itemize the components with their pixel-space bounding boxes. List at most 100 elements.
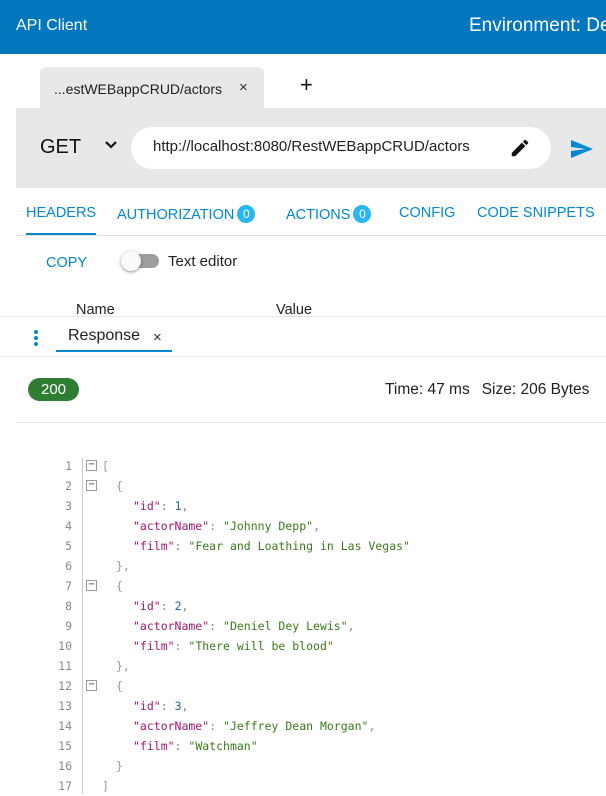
- line-number: 11: [58, 659, 72, 673]
- line-number: 13: [58, 699, 72, 713]
- json-value: 3: [174, 699, 182, 713]
- status-badge: 200: [28, 378, 79, 401]
- minus-icon[interactable]: −: [86, 580, 97, 591]
- code-text: [: [102, 459, 109, 473]
- line-number: 4: [65, 519, 72, 533]
- code-line: 7 − {: [0, 576, 606, 596]
- code-line: 4 "actorName": "Johnny Depp",: [0, 516, 606, 536]
- code-line: 6},: [0, 556, 606, 576]
- minus-icon[interactable]: −: [86, 480, 97, 491]
- environment-selector[interactable]: Environment: De: [469, 15, 606, 37]
- toggle-thumb: [121, 251, 141, 271]
- code-line: 14 "actorName": "Jeffrey Dean Morgan",: [0, 716, 606, 736]
- code-text: }: [116, 759, 123, 773]
- json-value: "Johnny Depp": [223, 519, 314, 533]
- code-text: {: [116, 579, 123, 593]
- json-key: "film": [133, 639, 175, 653]
- add-tab-button[interactable]: +: [300, 74, 313, 96]
- tab-actions-label: ACTIONS: [286, 207, 351, 223]
- copy-button[interactable]: COPY: [46, 255, 87, 271]
- close-tab-icon[interactable]: ×: [239, 79, 248, 96]
- json-key: "id": [133, 499, 161, 513]
- line-number: 3: [65, 499, 72, 513]
- json-colon: :: [174, 539, 189, 553]
- code-text: },: [116, 559, 130, 573]
- request-tab-strip: ...estWEBappCRUD/actors × +: [0, 54, 606, 108]
- divider: [0, 316, 606, 317]
- minus-icon[interactable]: −: [86, 460, 97, 471]
- tab-code-snippets[interactable]: CODE SNIPPETS: [477, 205, 595, 221]
- code-text: "id": 1,: [133, 496, 188, 516]
- code-line: 10 "film": "There will be blood": [0, 636, 606, 656]
- line-number: 2: [65, 479, 72, 493]
- authorization-count-badge: 0: [237, 205, 256, 223]
- code-line: 11},: [0, 656, 606, 676]
- code-line: 1 −[: [0, 456, 606, 476]
- json-value: 1: [174, 499, 182, 513]
- line-number: 15: [58, 739, 72, 753]
- json-key: "id": [133, 699, 161, 713]
- line-number: 8: [65, 599, 72, 613]
- close-response-icon[interactable]: ×: [153, 329, 162, 346]
- divider: [16, 422, 606, 423]
- tab-actions[interactable]: ACTIONS 0: [286, 205, 372, 223]
- json-comma: ,: [181, 499, 189, 513]
- code-text: "actorName": "Johnny Depp",: [133, 516, 320, 536]
- code-line: 13 "id": 3,: [0, 696, 606, 716]
- tab-authorization[interactable]: AUTHORIZATION 0: [117, 205, 256, 223]
- response-tab-label: Response: [68, 327, 141, 344]
- pencil-icon[interactable]: [509, 137, 531, 159]
- url-input[interactable]: [153, 138, 503, 155]
- json-colon: :: [160, 499, 175, 513]
- code-line: 16}: [0, 756, 606, 776]
- minus-icon[interactable]: −: [86, 680, 97, 691]
- text-editor-toggle[interactable]: [121, 251, 159, 271]
- tab-config-label: CONFIG: [399, 205, 456, 221]
- code-text: "id": 2,: [133, 596, 188, 616]
- json-colon: :: [160, 699, 175, 713]
- json-colon: :: [174, 739, 189, 753]
- json-key: "actorName": [133, 519, 210, 533]
- line-number: 14: [58, 719, 72, 733]
- code-text: "film": "Fear and Loathing in Las Vegas": [133, 536, 410, 556]
- app-bar: API Client Environment: De: [0, 0, 606, 54]
- tab-headers[interactable]: HEADERS: [26, 205, 97, 235]
- line-number: 17: [58, 779, 72, 793]
- code-text: ]: [102, 779, 109, 793]
- method-select[interactable]: GET: [40, 136, 81, 159]
- chevron-down-icon[interactable]: [104, 140, 118, 150]
- json-value: "Deniel Dey Lewis": [223, 619, 348, 633]
- text-editor-label: Text editor: [168, 253, 238, 270]
- json-colon: :: [209, 619, 224, 633]
- send-icon[interactable]: [570, 139, 594, 159]
- json-key: "id": [133, 599, 161, 613]
- app-title: API Client: [16, 17, 88, 34]
- json-comma: ,: [313, 519, 320, 533]
- tab-config[interactable]: CONFIG: [399, 205, 455, 221]
- json-colon: :: [209, 719, 224, 733]
- code-line: 9 "actorName": "Deniel Dey Lewis",: [0, 616, 606, 636]
- json-colon: :: [209, 519, 224, 533]
- code-text: "actorName": "Jeffrey Dean Morgan",: [133, 716, 375, 736]
- tab-code-snippets-label: CODE SNIPPETS: [477, 205, 595, 221]
- request-tab-label: ...estWEBappCRUD/actors: [54, 81, 223, 97]
- line-number: 9: [65, 619, 72, 633]
- code-line: 2 − {: [0, 476, 606, 496]
- code-line: 15 "film": "Watchman": [0, 736, 606, 756]
- json-value: "Watchman": [188, 739, 258, 753]
- response-tab[interactable]: Response ×: [56, 322, 172, 352]
- code-line: 8 "id": 2,: [0, 596, 606, 616]
- kebab-icon[interactable]: [33, 329, 39, 347]
- code-text: "id": 3,: [133, 696, 188, 716]
- code-line: 3 "id": 1,: [0, 496, 606, 516]
- code-text: },: [116, 659, 130, 673]
- json-value: "Jeffrey Dean Morgan": [223, 719, 369, 733]
- line-number: 7: [65, 579, 72, 593]
- code-text: {: [116, 479, 123, 493]
- code-text: {: [116, 679, 123, 693]
- json-key: "film": [133, 739, 175, 753]
- json-value: 2: [174, 599, 182, 613]
- json-comma: ,: [181, 599, 189, 613]
- tab-headers-label: HEADERS: [26, 205, 97, 221]
- request-tab[interactable]: ...estWEBappCRUD/actors ×: [40, 67, 264, 108]
